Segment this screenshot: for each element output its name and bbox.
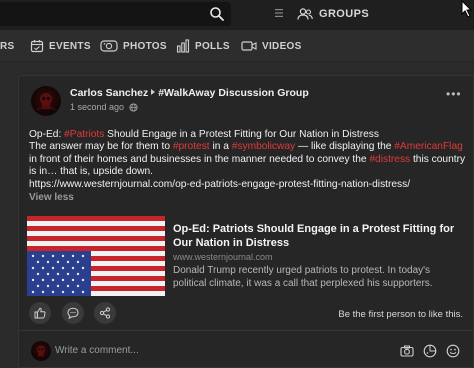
camera-icon[interactable]: [400, 344, 414, 358]
comment-icon: [67, 307, 79, 319]
photos-icon: [100, 40, 118, 52]
groups-icon: [297, 8, 313, 20]
post-time[interactable]: 1 second ago: [70, 102, 124, 112]
like-button[interactable]: [29, 302, 51, 324]
tab-label: POLLS: [195, 40, 230, 52]
hashtag-link[interactable]: #Patriots: [64, 129, 104, 140]
author-name[interactable]: Carlos Sanchez: [70, 87, 148, 99]
tab-members-partial[interactable]: RS: [0, 36, 15, 56]
text-segment: — like displaying the: [295, 141, 395, 153]
preview-domain: www.westernjournal.com: [173, 252, 273, 262]
tab-label: PHOTOS: [123, 40, 167, 52]
group-name[interactable]: #WalkAway Discussion Group: [158, 87, 309, 99]
share-button[interactable]: [94, 302, 116, 324]
preview-description: Donald Trump recently urged patriots to …: [173, 265, 433, 289]
hashtag-link[interactable]: #distress: [369, 154, 410, 165]
tab-label: RS: [0, 40, 15, 52]
post-text: Op-Ed: #Patriots Should Engage in a Prot…: [29, 129, 469, 191]
text-segment: in a: [209, 141, 232, 153]
share-icon: [99, 307, 111, 319]
tab-label: EVENTS: [49, 40, 91, 52]
hashtag-link[interactable]: #symbolicway: [232, 141, 295, 152]
post-author-line: Carlos Sanchez #WalkAway Discussion Group: [70, 87, 309, 99]
post-card: Carlos Sanchez #WalkAway Discussion Group…: [18, 75, 474, 368]
tab-label: VIDEOS: [262, 40, 302, 52]
menu-icon[interactable]: [274, 8, 284, 18]
tab-events[interactable]: EVENTS: [30, 36, 91, 56]
calendar-icon: [30, 40, 44, 53]
globe-icon: [129, 102, 138, 112]
comment-input[interactable]: Write a comment...: [55, 342, 385, 360]
avatar[interactable]: [31, 86, 61, 116]
emoji-icon[interactable]: [446, 344, 460, 358]
post-meta: 1 second ago: [70, 102, 138, 112]
view-less-link[interactable]: View less: [29, 192, 74, 203]
tab-videos[interactable]: VIDEOS: [241, 36, 302, 56]
hashtag-link[interactable]: #protest: [173, 141, 210, 152]
tab-polls[interactable]: POLLS: [176, 36, 230, 56]
comment-button[interactable]: [62, 302, 84, 324]
hashtag-link[interactable]: #AmericanFlag: [394, 141, 463, 152]
bar-chart-icon: [176, 39, 190, 53]
groups-link[interactable]: GROUPS: [297, 4, 369, 24]
preview-title[interactable]: Op-Ed: Patriots Should Engage in a Prote…: [173, 223, 463, 250]
groups-label: GROUPS: [319, 8, 370, 20]
upside-down-flag-image: [27, 216, 165, 296]
thumbs-up-icon: [34, 307, 46, 319]
gif-sticker-icon[interactable]: [423, 344, 437, 358]
arrow-right-icon: [151, 89, 156, 95]
tab-photos[interactable]: PHOTOS: [100, 36, 167, 56]
search-input[interactable]: [0, 2, 231, 26]
likes-summary: Be the first person to like this.: [338, 309, 463, 320]
text-segment: Should Engage in a Protest Fitting for O…: [104, 129, 379, 140]
text-segment: The answer may be for them to: [29, 141, 173, 153]
text-segment: in front of their homes and businesses i…: [29, 153, 370, 165]
comment-avatar: [31, 341, 51, 361]
text-segment: Op-Ed:: [29, 129, 65, 140]
skull-emblem-icon: [37, 345, 45, 357]
mouse-cursor-icon: [461, 0, 473, 18]
search-icon[interactable]: [209, 6, 225, 22]
divider: [19, 330, 474, 331]
more-options-icon[interactable]: •••: [446, 87, 462, 101]
post-url-link[interactable]: https://www.westernjournal.com/op-ed-pat…: [29, 179, 410, 190]
group-tabs-bar: RS EVENTS PHOTOS POLLS VIDEOS: [0, 30, 474, 62]
link-preview[interactable]: Op-Ed: Patriots Should Engage in a Prote…: [27, 216, 463, 296]
skull-emblem-icon: [36, 93, 56, 111]
post-actions: Be the first person to like this.: [19, 302, 474, 328]
top-bar: GROUPS: [0, 0, 474, 30]
video-icon: [241, 41, 257, 51]
